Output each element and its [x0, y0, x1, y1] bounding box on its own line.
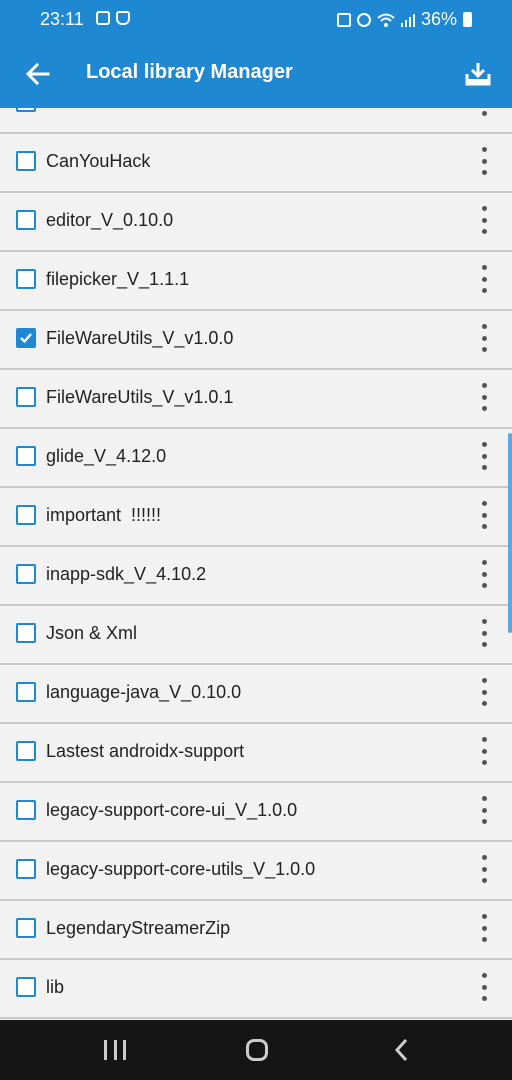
more-vert-icon[interactable]	[476, 560, 492, 588]
checkbox[interactable]	[16, 564, 36, 584]
navigation-bar	[0, 1020, 512, 1080]
library-list[interactable]: bld CanYouHack editor_V_0.10.0 filepicker_V…	[0, 108, 512, 1020]
back-button[interactable]	[18, 54, 58, 94]
list-item[interactable]: language-java_V_0.10.0	[0, 665, 512, 724]
status-time: 23:11	[40, 9, 84, 29]
list-item-label: lib	[46, 977, 65, 997]
status-left-icons	[96, 11, 130, 25]
list-item-label: Json & Xml	[46, 623, 138, 643]
more-vert-icon[interactable]	[476, 108, 492, 116]
status-bar: 23:11 36%	[0, 0, 512, 40]
list-item[interactable]: filepicker_V_1.1.1	[0, 252, 512, 311]
more-vert-icon[interactable]	[476, 442, 492, 470]
home-icon[interactable]	[246, 1039, 268, 1061]
list-item[interactable]: CanYouHack	[0, 134, 512, 193]
more-vert-icon[interactable]	[476, 678, 492, 706]
more-vert-icon[interactable]	[476, 324, 492, 352]
checkbox[interactable]	[16, 623, 36, 643]
list-item-label: inapp-sdk_V_4.10.2	[46, 564, 207, 584]
list-item[interactable]: important !!!!!!	[0, 488, 512, 547]
more-vert-icon[interactable]	[476, 619, 492, 647]
checkbox[interactable]	[16, 741, 36, 761]
checkbox[interactable]	[16, 977, 36, 997]
checkbox[interactable]	[16, 446, 36, 466]
checkbox[interactable]	[16, 387, 36, 407]
list-item-label: Lastest androidx-support	[46, 741, 245, 761]
list-item[interactable]: FileWareUtils_V_v1.0.0	[0, 311, 512, 370]
more-vert-icon[interactable]	[476, 973, 492, 1001]
list-item-label: FileWareUtils_V_v1.0.0	[46, 328, 234, 348]
list-item[interactable]: LegendaryStreamerZip	[0, 901, 512, 960]
arrow-back-icon	[25, 62, 50, 86]
list-item-label: FileWareUtils_V_v1.0.1	[46, 387, 234, 407]
list-item-label: LegendaryStreamerZip	[46, 918, 231, 938]
notification-icon	[116, 11, 130, 25]
more-vert-icon[interactable]	[476, 206, 492, 234]
checkbox-checked[interactable]	[16, 328, 36, 348]
list-item[interactable]: Json & Xml	[0, 606, 512, 665]
download-icon	[465, 63, 491, 86]
more-vert-icon[interactable]	[476, 737, 492, 765]
list-item[interactable]: lib	[0, 960, 512, 1019]
alarm-icon	[356, 12, 371, 27]
page-title: Local library Manager	[86, 61, 293, 83]
wifi-icon	[377, 13, 395, 27]
list-item-label: important !!!!!!	[46, 505, 162, 525]
back-icon[interactable]	[392, 1038, 412, 1062]
list-item[interactable]: inapp-sdk_V_4.10.2	[0, 547, 512, 606]
signal-icon	[400, 13, 415, 27]
more-vert-icon[interactable]	[476, 501, 492, 529]
checkbox[interactable]	[16, 682, 36, 702]
scrollbar[interactable]	[508, 433, 512, 633]
battery-percent: 36%	[420, 9, 457, 29]
checkbox[interactable]	[16, 918, 36, 938]
app-bar: Local library Manager	[0, 40, 512, 108]
checkbox[interactable]	[16, 859, 36, 879]
list-item[interactable]: bld	[0, 108, 512, 134]
list-item[interactable]: Lastest androidx-support	[0, 724, 512, 783]
list-item-label: filepicker_V_1.1.1	[46, 269, 190, 289]
list-item[interactable]: editor_V_0.10.0	[0, 193, 512, 252]
checkbox[interactable]	[16, 210, 36, 230]
list-item[interactable]: FileWareUtils_V_v1.0.1	[0, 370, 512, 429]
checkbox[interactable]	[16, 269, 36, 289]
list-item-label: editor_V_0.10.0	[46, 210, 174, 230]
more-vert-icon[interactable]	[476, 914, 492, 942]
status-right-icons: 36%	[336, 9, 472, 30]
battery-icon	[463, 12, 472, 27]
list-item-label: CanYouHack	[46, 151, 151, 171]
list-item-label: glide_V_4.12.0	[46, 446, 167, 466]
library-list-items: bld CanYouHack editor_V_0.10.0 filepicker_V…	[0, 108, 512, 1019]
more-vert-icon[interactable]	[476, 383, 492, 411]
download-button[interactable]	[458, 54, 498, 94]
list-item-label: bld	[46, 108, 70, 113]
check-icon	[20, 333, 32, 344]
checkbox[interactable]	[16, 505, 36, 525]
lock-icon	[336, 12, 351, 27]
list-item[interactable]: legacy-support-core-ui_V_1.0.0	[0, 783, 512, 842]
list-item[interactable]: legacy-support-core-utils_V_1.0.0	[0, 842, 512, 901]
more-vert-icon[interactable]	[476, 265, 492, 293]
list-item-label: legacy-support-core-ui_V_1.0.0	[46, 800, 298, 820]
list-item-label: language-java_V_0.10.0	[46, 682, 242, 702]
list-item[interactable]: glide_V_4.12.0	[0, 429, 512, 488]
checkbox[interactable]	[16, 800, 36, 820]
more-vert-icon[interactable]	[476, 796, 492, 824]
list-item-label: legacy-support-core-utils_V_1.0.0	[46, 859, 316, 879]
checkbox[interactable]	[16, 151, 36, 171]
more-vert-icon[interactable]	[476, 147, 492, 175]
image-icon	[96, 11, 110, 25]
recents-icon[interactable]	[104, 1040, 126, 1060]
more-vert-icon[interactable]	[476, 855, 492, 883]
checkbox[interactable]	[16, 108, 36, 112]
